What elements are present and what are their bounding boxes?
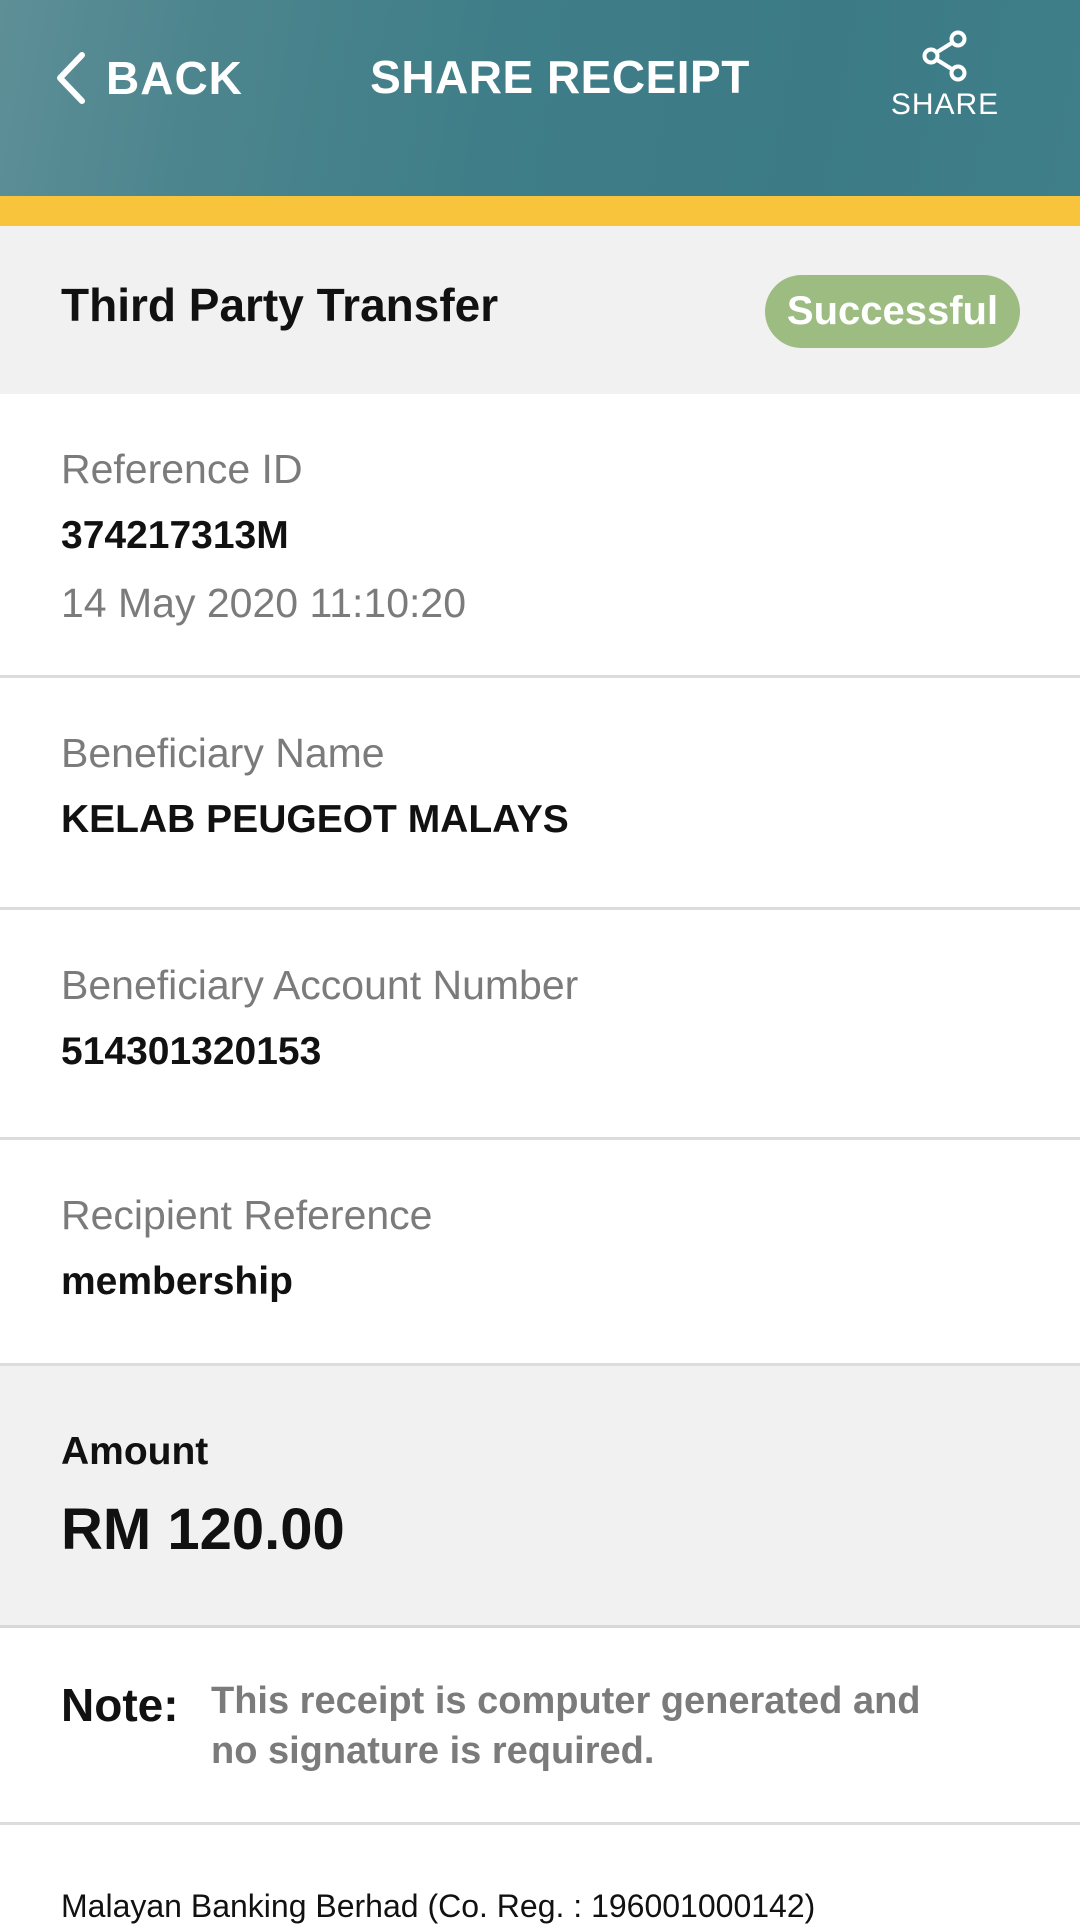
- reference-value: 374217313M: [61, 514, 289, 557]
- transaction-datetime: 14 May 2020 11:10:20: [61, 580, 466, 626]
- note-line-2: no signature is required.: [211, 1730, 655, 1772]
- share-icon: [922, 30, 967, 82]
- transaction-summary: Third Party Transfer Successful: [0, 226, 1080, 397]
- amount-label: Amount: [61, 1430, 209, 1473]
- transaction-type: Third Party Transfer: [61, 279, 499, 331]
- amount-value: RM 120.00: [61, 1497, 345, 1562]
- amount-section: Amount RM 120.00: [0, 1366, 1080, 1628]
- note-section: Note: This receipt is computer generated…: [0, 1628, 1080, 1825]
- bank-registration-footer: Malayan Banking Berhad (Co. Reg. : 19600…: [61, 1888, 816, 1924]
- recipient-reference-value: membership: [61, 1260, 293, 1303]
- share-button[interactable]: SHARE: [880, 30, 1010, 122]
- beneficiary-account-value: 514301320153: [61, 1030, 322, 1073]
- reference-section: Reference ID 374217313M 14 May 2020 11:1…: [0, 394, 1080, 678]
- recipient-reference-label: Recipient Reference: [61, 1192, 433, 1238]
- beneficiary-name-label: Beneficiary Name: [61, 730, 385, 776]
- note-label: Note:: [61, 1679, 179, 1731]
- note-line-1: This receipt is computer generated and: [211, 1680, 921, 1722]
- recipient-reference-section: Recipient Reference membership: [0, 1140, 1080, 1366]
- share-label: SHARE: [890, 88, 1000, 121]
- reference-label: Reference ID: [61, 446, 303, 492]
- app-header: BACK SHARE RECEIPT SHARE: [0, 0, 1080, 196]
- status-badge: Successful: [765, 275, 1020, 348]
- beneficiary-name-value: KELAB PEUGEOT MALAYS: [61, 798, 569, 841]
- beneficiary-account-section: Beneficiary Account Number 514301320153: [0, 910, 1080, 1140]
- note-text: This receipt is computer generated and n…: [211, 1676, 971, 1776]
- beneficiary-account-label: Beneficiary Account Number: [61, 962, 579, 1008]
- beneficiary-name-section: Beneficiary Name KELAB PEUGEOT MALAYS: [0, 678, 1080, 910]
- header-accent-stripe: [0, 196, 1080, 226]
